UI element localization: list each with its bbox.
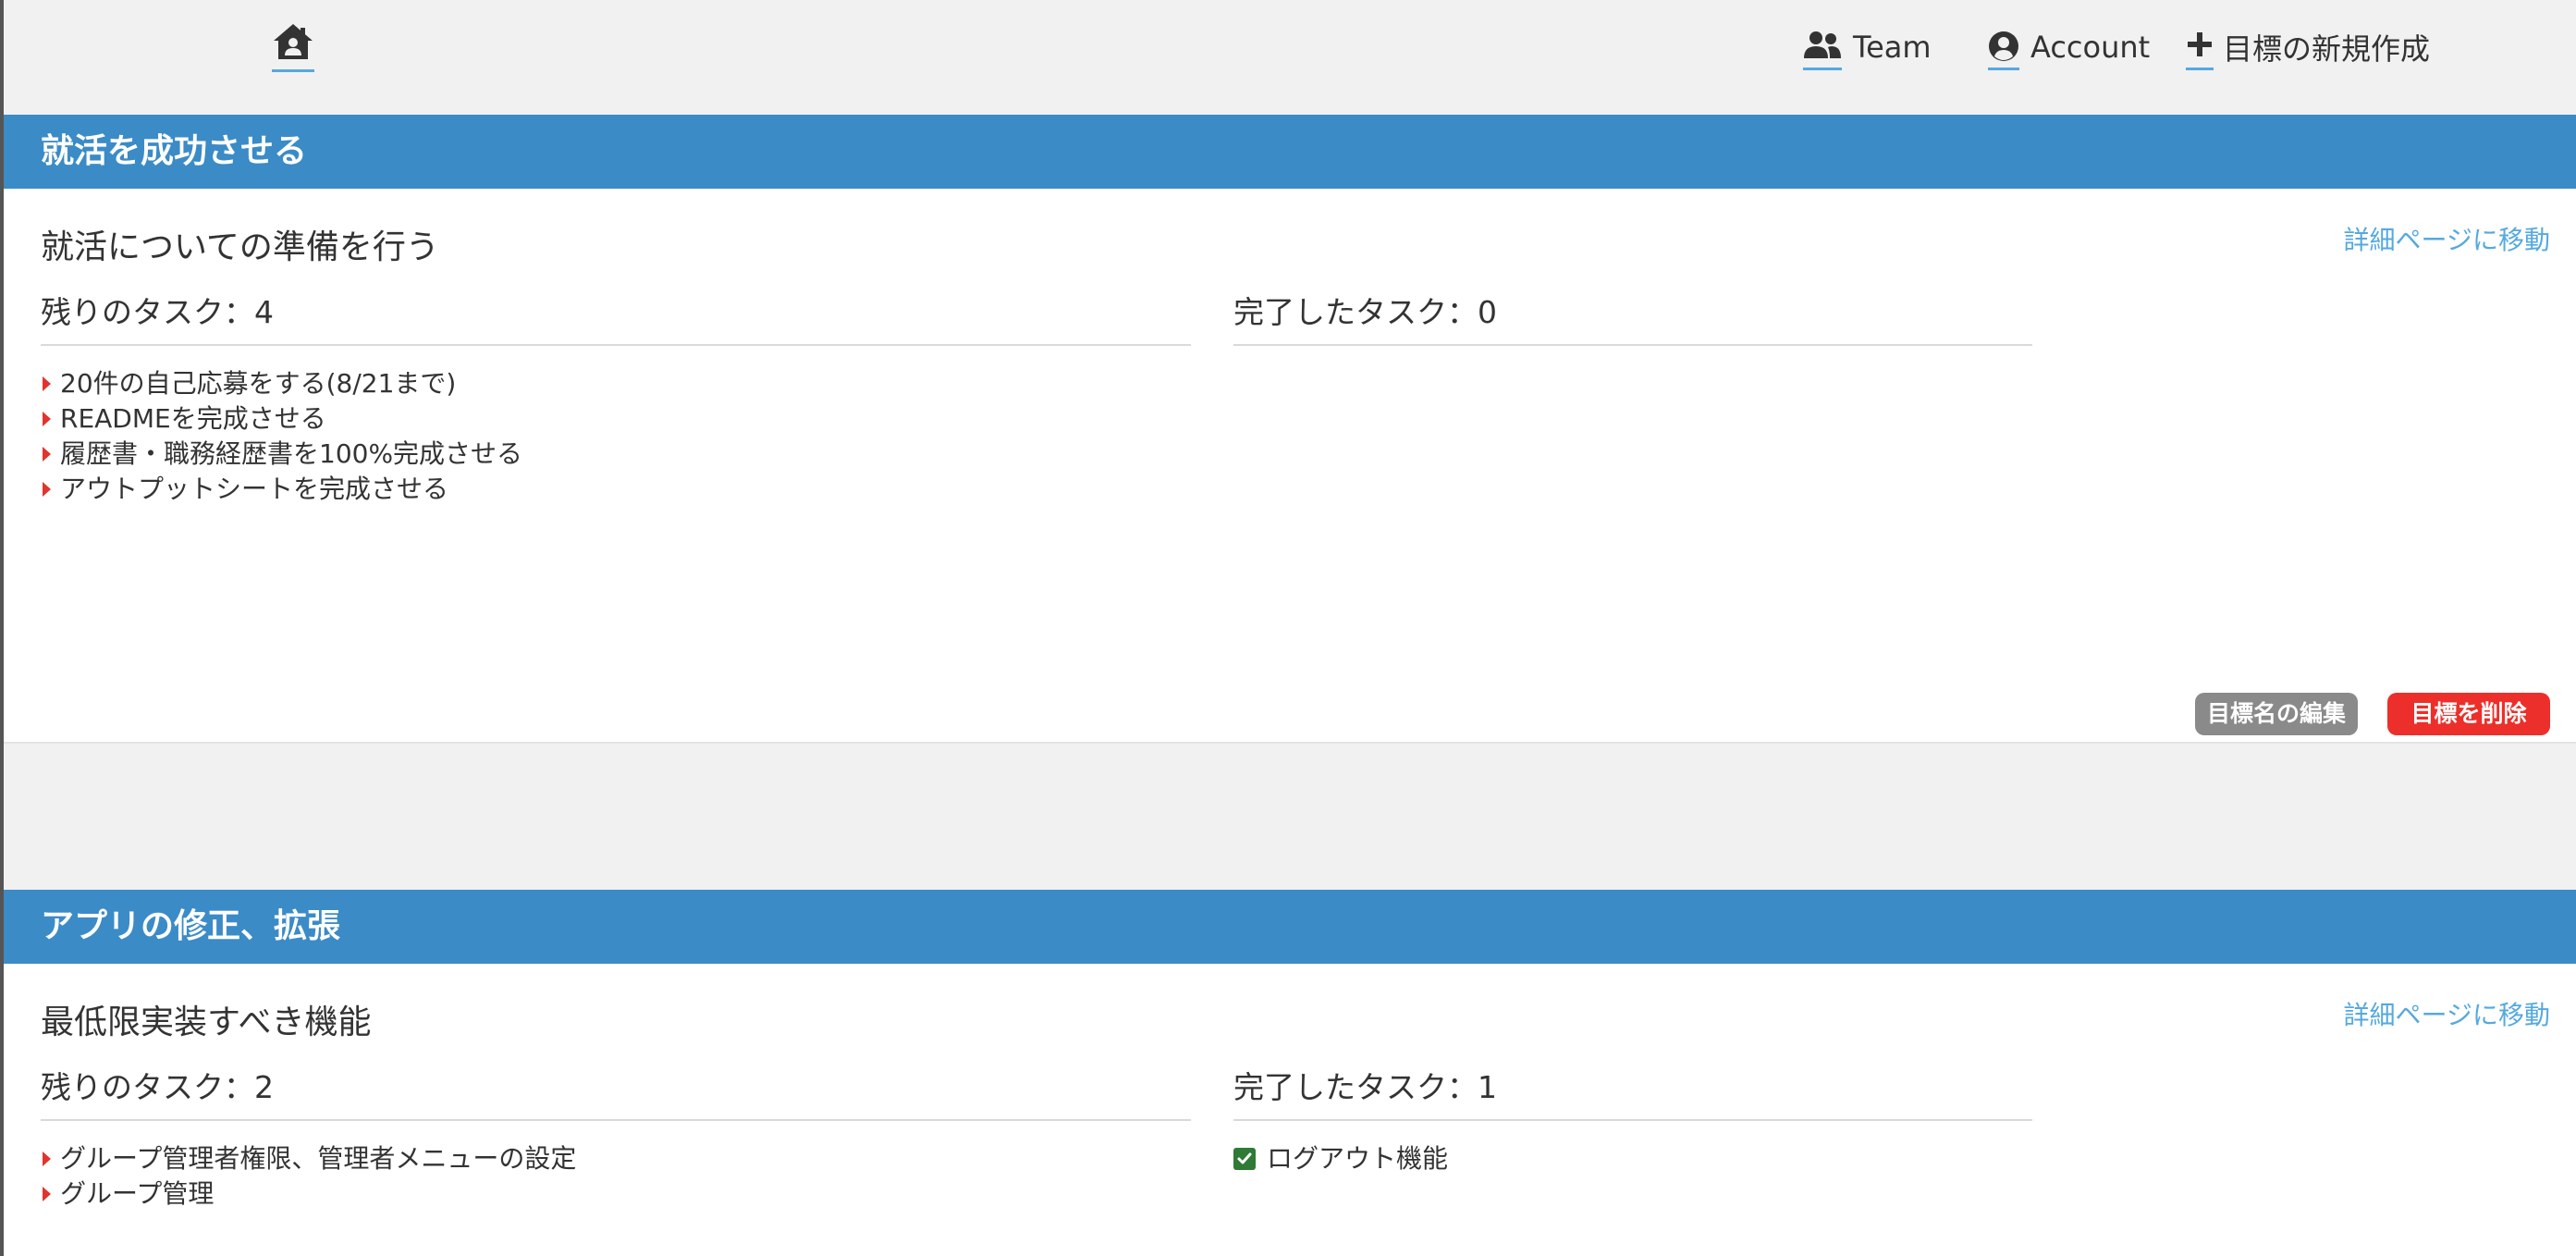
goal-body: 最低限実装すべき機能 詳細ページに移動 残りのタスク：2 グループ管理者権限、管…: [4, 964, 2576, 1256]
goal-body: 就活についての準備を行う 詳細ページに移動 残りのタスク：4 20件の自己応募を…: [4, 189, 2576, 744]
goal-subtitle: 就活についての準備を行う: [41, 228, 439, 266]
detail-page-link[interactable]: 詳細ページに移動: [2344, 220, 2550, 257]
nav-new-goal-label: 目標の新規作成: [2223, 31, 2431, 67]
goal-panel: 就活を成功させる 就活についての準備を行う 詳細ページに移動 残りのタスク：4 …: [4, 115, 2576, 744]
task-label: アウトプットシートを完成させる: [60, 474, 449, 504]
checked-checkbox-icon[interactable]: [1233, 1148, 1256, 1170]
list-item[interactable]: 履歴書・職務経歴書を100%完成させる: [41, 437, 1191, 472]
goal-title: 就活を成功させる: [4, 115, 2576, 189]
task-label: 20件の自己応募をする(8/21まで): [60, 368, 457, 399]
goal-title: アプリの修正、拡張: [4, 890, 2576, 964]
list-item[interactable]: グループ管理: [41, 1176, 1191, 1212]
done-tasks-heading: 完了したタスク：1: [1233, 1064, 2032, 1121]
done-task-list: ログアウト機能: [1233, 1141, 2032, 1176]
nav-account-link[interactable]: Account: [1988, 24, 2150, 70]
caret-right-icon: [43, 1187, 51, 1201]
caret-right-icon: [43, 482, 51, 497]
list-item[interactable]: 20件の自己応募をする(8/21まで): [41, 366, 1191, 401]
done-tasks-heading: 完了したタスク：0: [1233, 289, 2032, 346]
house-user-icon: [272, 22, 314, 63]
task-label: 履歴書・職務経歴書を100%完成させる: [60, 438, 523, 469]
list-item[interactable]: READMEを完成させる: [41, 401, 1191, 437]
home-underline: [272, 69, 314, 72]
caret-right-icon: [43, 412, 51, 426]
users-icon: [1803, 24, 1842, 70]
caret-right-icon: [43, 376, 51, 391]
remaining-tasks-heading: 残りのタスク：2: [41, 1064, 1191, 1121]
goal-subtitle: 最低限実装すべき機能: [41, 1004, 372, 1041]
remaining-task-list: グループ管理者権限、管理者メニューの設定 グループ管理: [41, 1141, 1191, 1212]
list-item[interactable]: グループ管理者権限、管理者メニューの設定: [41, 1141, 1191, 1176]
home-link[interactable]: [272, 22, 314, 72]
remaining-tasks-heading: 残りのタスク：4: [41, 289, 1191, 346]
remaining-tasks-column: 残りのタスク：4 20件の自己応募をする(8/21まで) READMEを完成させ…: [41, 289, 1191, 507]
task-label: READMEを完成させる: [60, 403, 326, 434]
done-tasks-column: 完了したタスク：1 ログアウト機能: [1233, 1064, 2032, 1176]
task-label: ログアウト機能: [1267, 1143, 1449, 1174]
detail-page-link[interactable]: 詳細ページに移動: [2344, 995, 2550, 1032]
goal-panel: アプリの修正、拡張 最低限実装すべき機能 詳細ページに移動 残りのタスク：2 グ…: [4, 890, 2576, 1256]
edit-goal-name-button[interactable]: 目標名の編集: [2195, 693, 2358, 735]
nav-team-link[interactable]: Team: [1803, 24, 1932, 70]
task-label: グループ管理: [60, 1178, 215, 1209]
remaining-task-list: 20件の自己応募をする(8/21まで) READMEを完成させる 履歴書・職務経…: [41, 366, 1191, 507]
plus-icon: [2186, 24, 2214, 70]
nav-new-goal-link[interactable]: 目標の新規作成: [2186, 24, 2430, 70]
caret-right-icon: [43, 447, 51, 462]
nav-account-label: Account: [2030, 30, 2151, 65]
top-navigation: Team Account 目標の新規作成: [4, 0, 2576, 115]
delete-goal-button[interactable]: 目標を削除: [2387, 693, 2550, 735]
remaining-tasks-column: 残りのタスク：2 グループ管理者権限、管理者メニューの設定 グループ管理: [41, 1064, 1191, 1212]
list-item[interactable]: アウトプットシートを完成させる: [41, 472, 1191, 507]
nav-team-label: Team: [1853, 30, 1932, 65]
task-label: グループ管理者権限、管理者メニューの設定: [60, 1143, 577, 1174]
caret-right-icon: [43, 1151, 51, 1166]
done-tasks-column: 完了したタスク：0: [1233, 289, 2032, 366]
list-item[interactable]: ログアウト機能: [1233, 1141, 2032, 1176]
user-circle-icon: [1988, 24, 2019, 70]
